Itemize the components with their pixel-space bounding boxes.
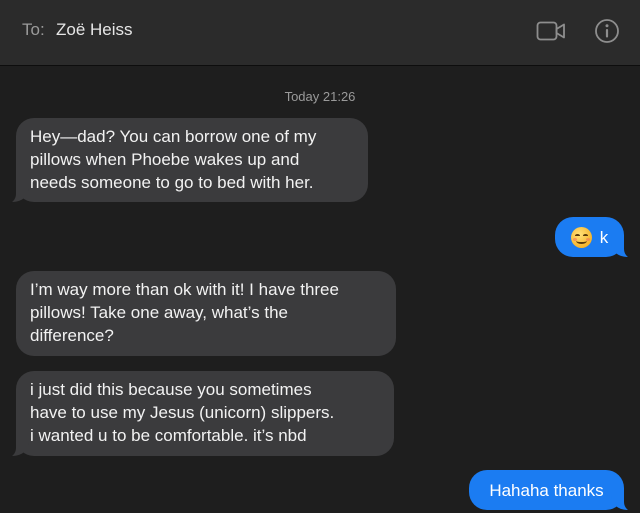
message-timestamp: Today 21:26 [284,89,356,104]
smiling-face-icon [570,226,592,248]
video-camera-icon[interactable] [536,17,566,45]
outgoing-message-bubble[interactable]: Hahaha thanks [469,470,636,512]
message-text: k [599,227,609,247]
info-icon[interactable] [592,17,622,45]
conversation-header: To: Zoë Heiss [0,0,640,66]
outgoing-message-bubble[interactable]: k [555,217,636,259]
to-label: To: [22,20,45,39]
incoming-message-bubble[interactable]: I’m way more than ok with it! I have thr… [16,271,396,356]
messages-window: To: Zoë Heiss Today 21:26 Hey—dad? You c… [0,0,640,513]
recipient-name[interactable]: Zoë Heiss [56,20,133,40]
incoming-message-bubble[interactable]: Hey—dad? You can borrow one of my pillow… [4,118,368,204]
incoming-message-bubble[interactable]: i just did this because you sometimes ha… [4,371,394,458]
